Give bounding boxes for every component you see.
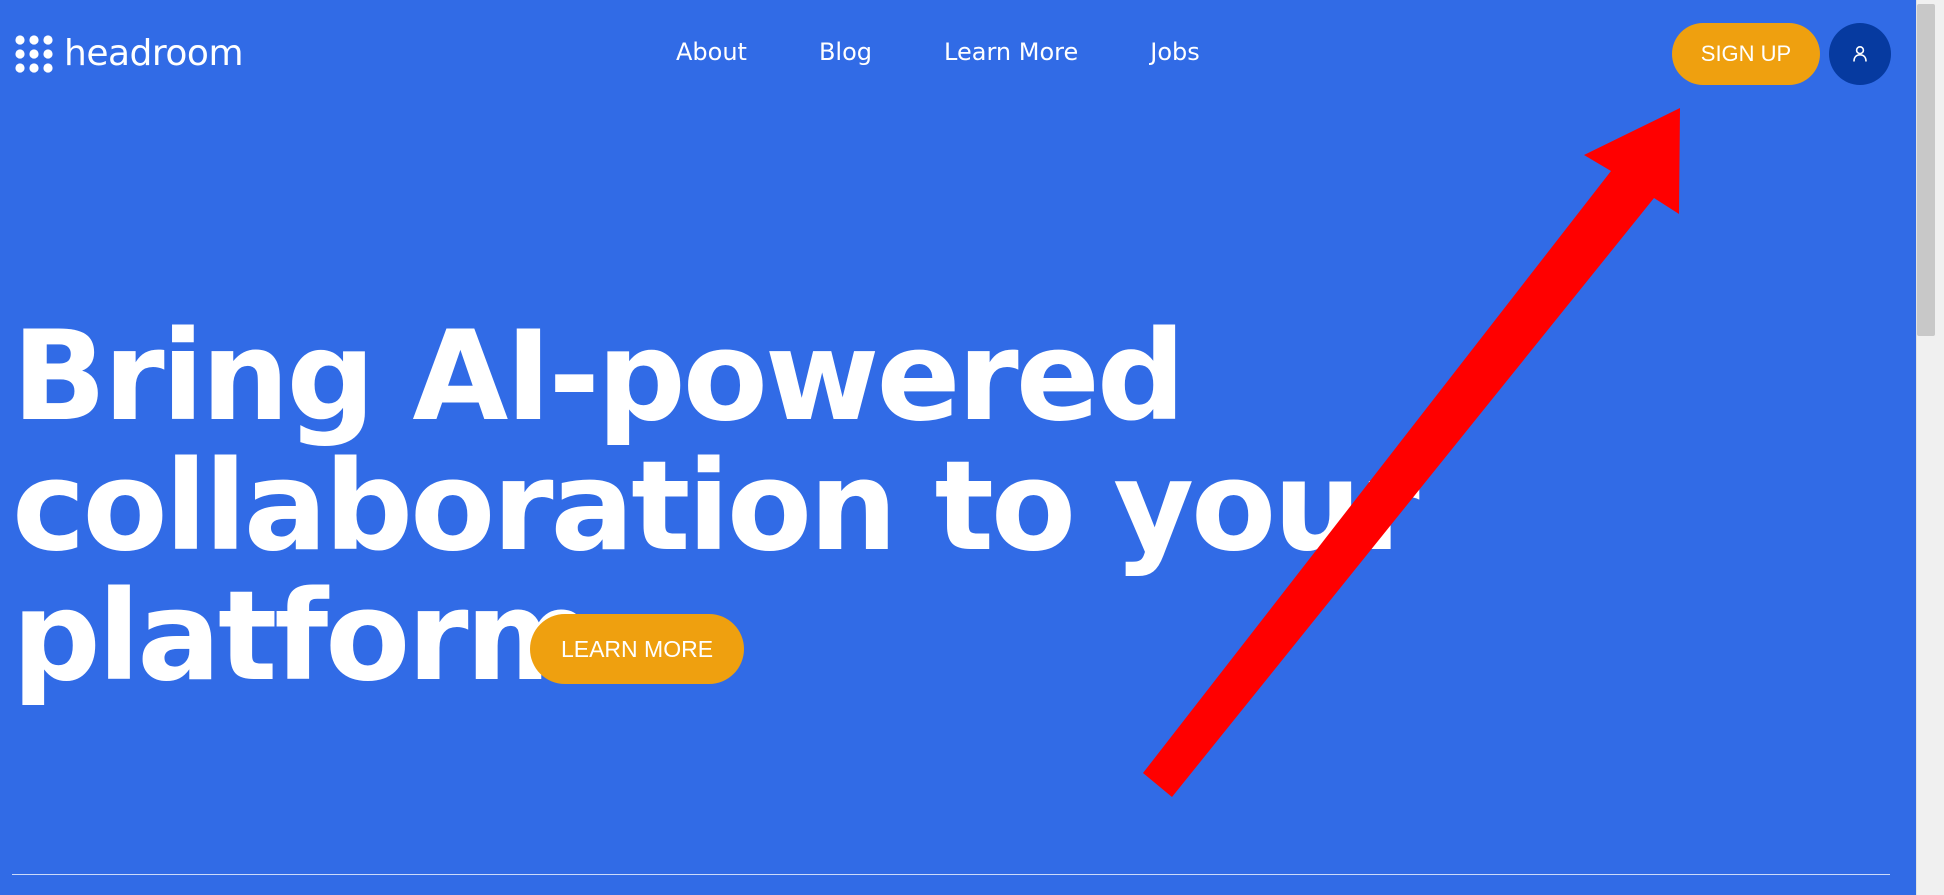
logo-text: headroom (64, 33, 244, 74)
section-divider (12, 874, 1890, 875)
main-nav: About Blog Learn More Jobs (672, 30, 1204, 74)
learn-more-button[interactable]: LEARN MORE (530, 614, 744, 684)
site-header: headroom About Blog Learn More Jobs SIGN… (0, 0, 1916, 108)
headline-line-2: collaboration to your (12, 435, 1420, 579)
logo[interactable]: headroom (14, 33, 244, 74)
scrollbar-thumb[interactable] (1917, 4, 1935, 336)
logo-mark-icon (15, 35, 53, 73)
nav-link-about[interactable]: About (672, 30, 751, 74)
headline-line-1: Bring AI-powered (12, 305, 1186, 449)
sign-up-button[interactable]: SIGN UP (1672, 23, 1820, 85)
nav-link-blog[interactable]: Blog (815, 30, 876, 74)
account-button[interactable] (1829, 23, 1891, 85)
page: headroom About Blog Learn More Jobs SIGN… (0, 0, 1944, 895)
nav-link-learn-more[interactable]: Learn More (940, 30, 1082, 74)
nav-link-jobs[interactable]: Jobs (1146, 30, 1204, 74)
user-icon (1853, 45, 1867, 62)
